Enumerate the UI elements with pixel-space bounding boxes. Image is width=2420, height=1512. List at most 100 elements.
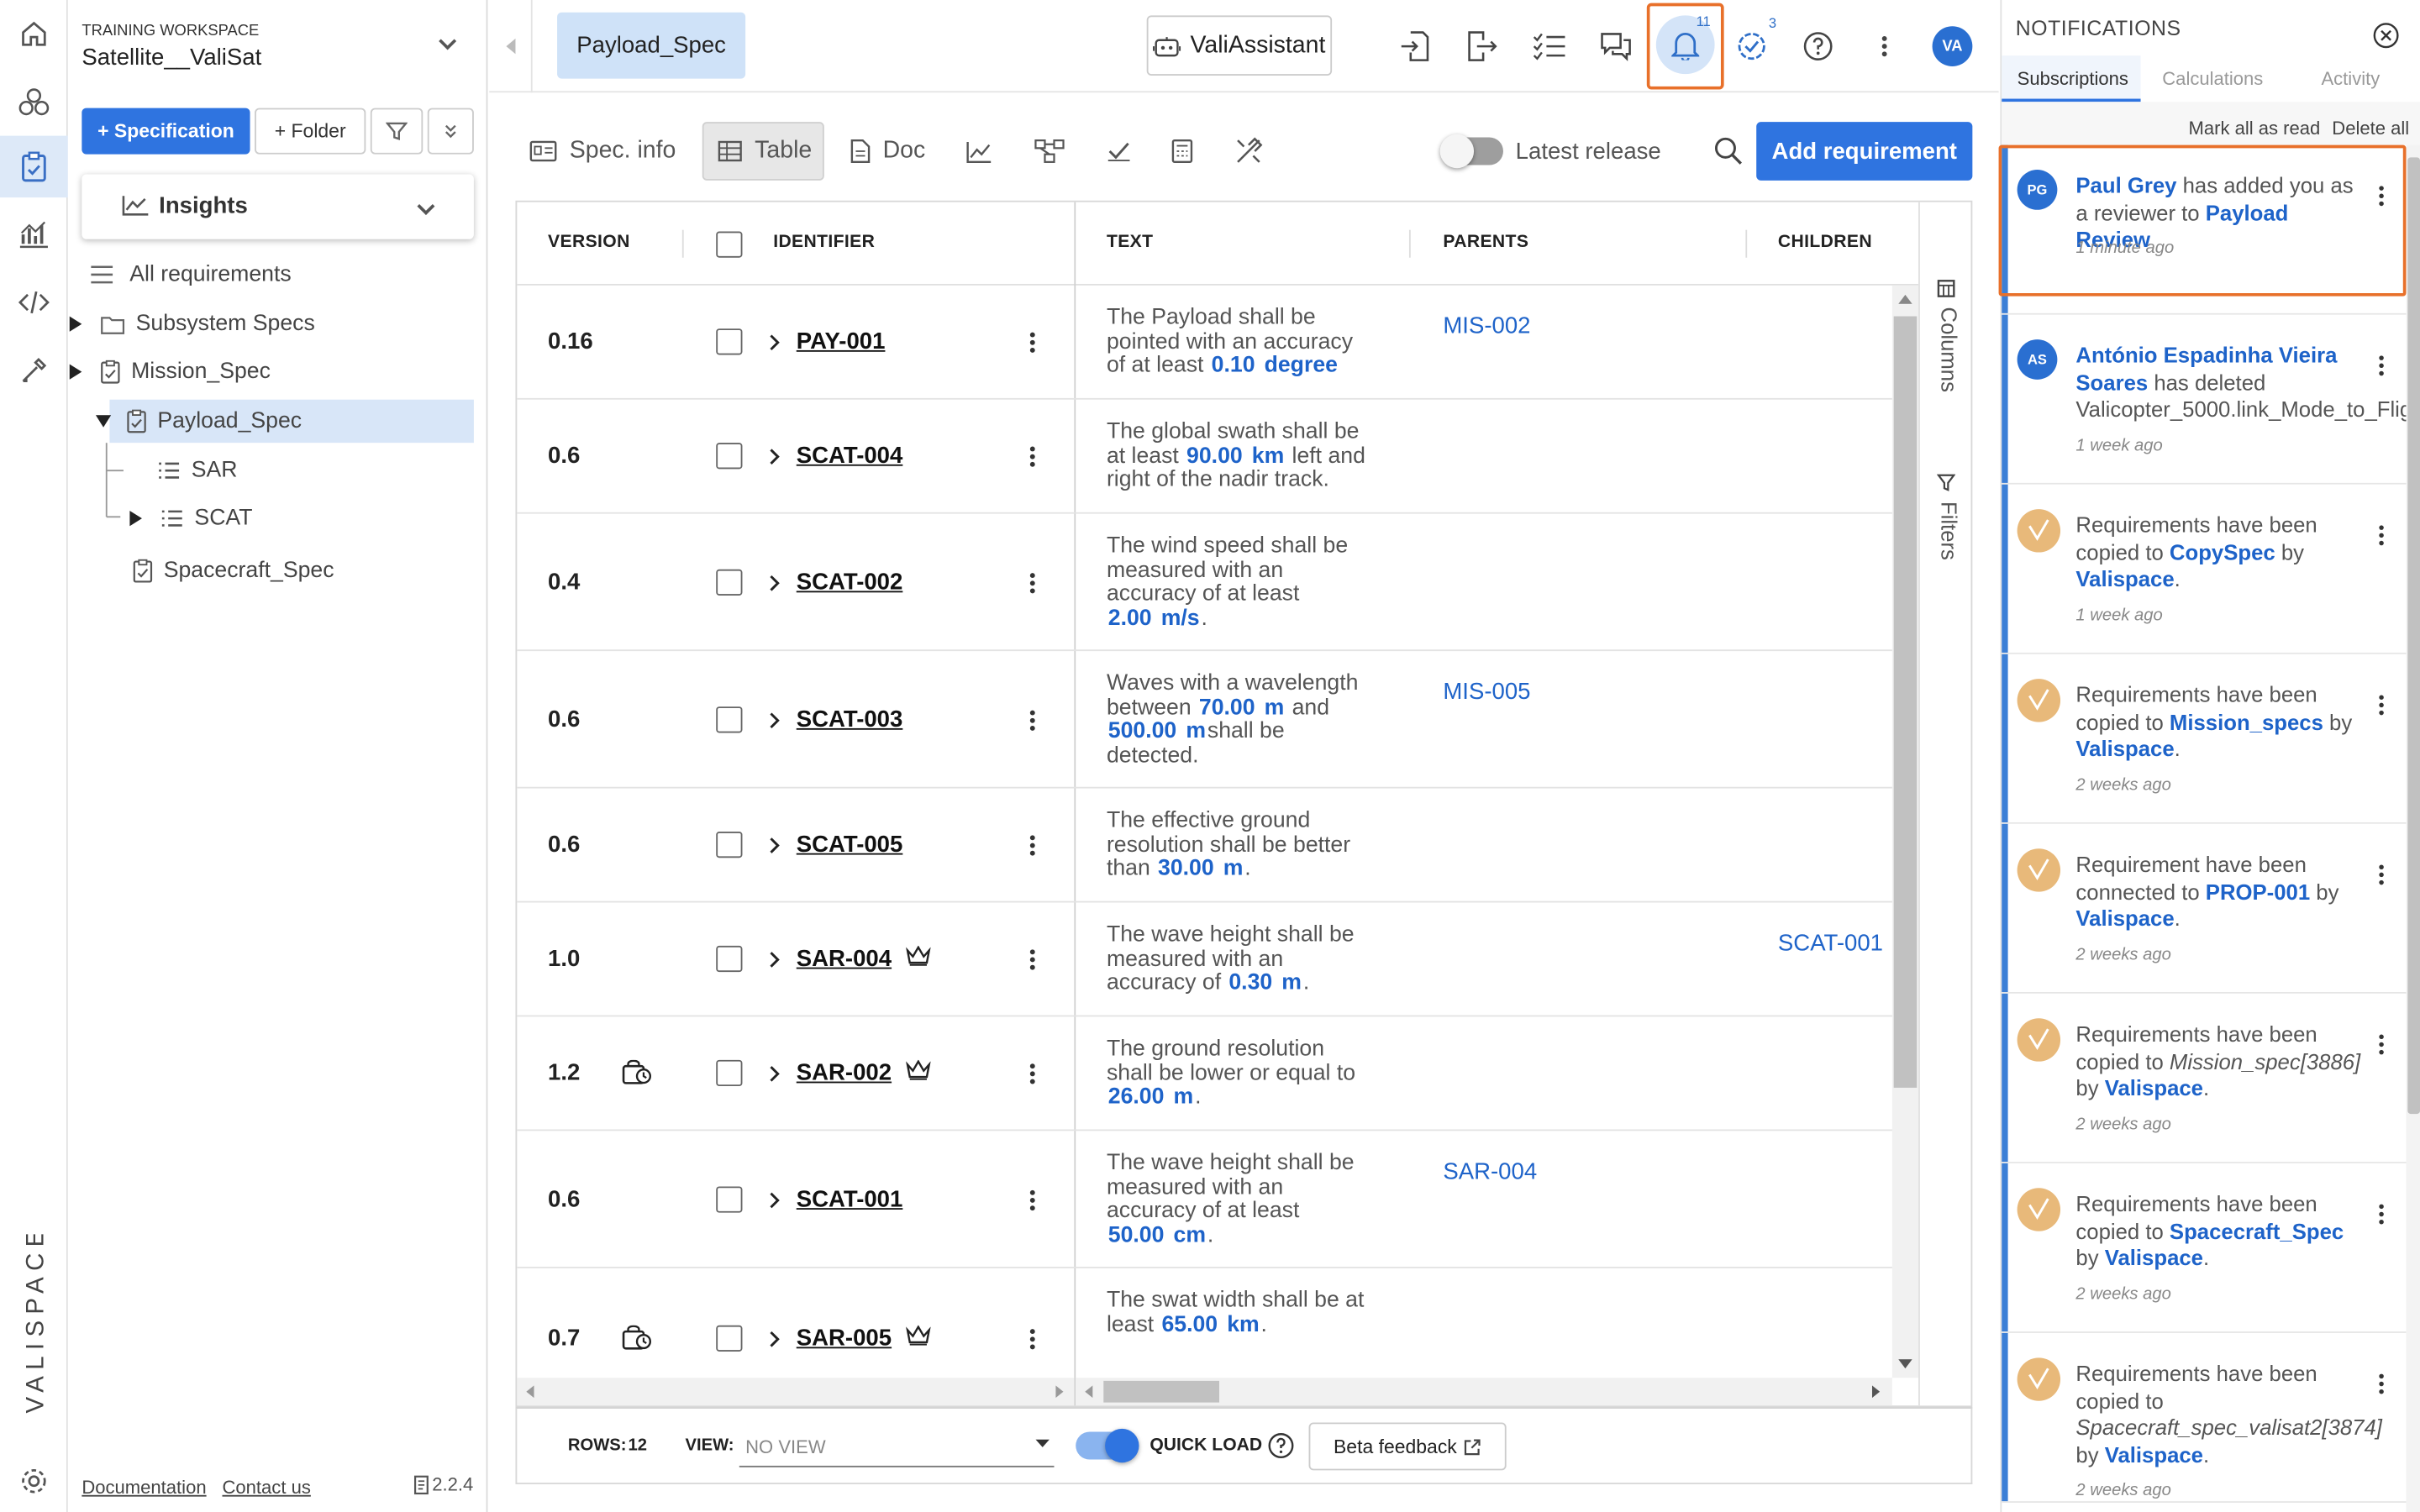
table-row[interactable]: 0.6 SCAT-001 The wave height shall be measu… (517, 1131, 1894, 1268)
quick-load-toggle[interactable] (1076, 1428, 1139, 1463)
columns-tool[interactable]: Columns (1929, 307, 1966, 400)
tree-item[interactable]: Subsystem Specs (69, 302, 469, 345)
tab-activity[interactable]: Activity (2321, 68, 2380, 90)
tab-subscriptions[interactable]: Subscriptions (2002, 55, 2141, 102)
workspace-chevron-down-icon[interactable] (437, 37, 459, 52)
row-checkbox[interactable] (716, 706, 743, 733)
tools-icon[interactable] (0, 339, 68, 401)
row-checkbox[interactable] (716, 945, 743, 973)
row-checkbox[interactable] (716, 832, 743, 858)
table-row[interactable]: 0.6 SCAT-005 The effective ground resolutio… (517, 789, 1894, 903)
expand-row-chevron-icon[interactable] (769, 950, 781, 969)
notification-link[interactable]: PROP-001 (2206, 879, 2310, 903)
add-specification-button[interactable]: + Specification (82, 108, 250, 155)
notification-item[interactable]: Requirements have been copied to Mission… (2002, 993, 2407, 1163)
row-checkbox[interactable] (716, 1186, 743, 1213)
notification-menu-kebab-icon[interactable] (2378, 695, 2384, 717)
notification-link[interactable]: Mission_specs (2170, 709, 2323, 733)
requirement-identifier-link[interactable]: SAR-005 (797, 1326, 892, 1352)
table-view-button[interactable]: Table (702, 122, 824, 181)
table-row[interactable]: 1.0 SAR-004 The wave height shall be measur… (517, 902, 1894, 1017)
view-select[interactable]: NO VIEW (739, 1424, 1055, 1467)
table-row[interactable]: 0.4 SCAT-002 The wind speed shall be measur… (517, 514, 1894, 652)
more-vertical-icon[interactable] (1857, 18, 1912, 74)
row-checkbox[interactable] (716, 328, 743, 355)
comments-icon[interactable] (1588, 18, 1644, 74)
requirement-identifier-link[interactable]: SCAT-002 (797, 570, 903, 596)
notification-link[interactable]: Valispace (2075, 736, 2174, 760)
requirement-identifier-link[interactable]: SCAT-001 (797, 1186, 903, 1212)
tree-item[interactable]: Spacecraft_Spec (83, 549, 469, 592)
user-avatar[interactable]: VA (1932, 26, 1973, 66)
row-checkbox[interactable] (716, 569, 743, 596)
code-icon[interactable] (0, 271, 68, 333)
requirement-text[interactable]: The effective ground resolution shall be … (1107, 809, 1400, 882)
row-menu-kebab-icon[interactable] (1029, 1189, 1042, 1211)
row-menu-kebab-icon[interactable] (1029, 572, 1042, 594)
expand-row-chevron-icon[interactable] (769, 711, 781, 730)
notification-menu-kebab-icon[interactable] (2378, 1373, 2384, 1395)
collapse-all-icon[interactable] (427, 108, 474, 155)
table-row[interactable]: 1.2 SAR-002 The ground resolution shall be … (517, 1016, 1894, 1131)
notification-link[interactable]: Valispace (2105, 1441, 2203, 1466)
calculator-icon[interactable] (1171, 123, 1193, 179)
doc-view-button[interactable]: Doc (850, 123, 925, 179)
analytics-icon[interactable] (0, 203, 68, 265)
tree-item[interactable]: SCAT (83, 496, 469, 539)
tree-item[interactable]: SAR (83, 449, 469, 491)
column-header-text[interactable]: TEXT (1107, 233, 1153, 251)
horizontal-scrollbar-right[interactable] (1076, 1378, 1892, 1406)
notification-link[interactable]: CopySpec (2170, 539, 2275, 564)
beta-feedback-button[interactable]: Beta feedback (1308, 1422, 1507, 1471)
requirement-text[interactable]: The swat width shall be at least 65.00 km… (1107, 1289, 1400, 1338)
requirement-text[interactable]: The wave height shall be measured with an… (1107, 923, 1400, 996)
tab-calculations[interactable]: Calculations (2162, 68, 2263, 90)
notification-link[interactable]: Valispace (2075, 906, 2174, 930)
search-icon[interactable] (1713, 123, 1744, 179)
requirement-text[interactable]: The Payload shall be pointed with an accu… (1107, 306, 1400, 380)
notification-link[interactable]: Valispace (2105, 1245, 2203, 1269)
notification-menu-kebab-icon[interactable] (2378, 354, 2384, 376)
requirement-identifier-link[interactable]: SCAT-004 (797, 443, 903, 469)
expand-row-chevron-icon[interactable] (769, 448, 781, 466)
horizontal-scrollbar-left[interactable] (517, 1378, 1075, 1406)
import-icon[interactable] (1387, 18, 1443, 74)
horizontal-scroll-thumb[interactable] (1103, 1380, 1220, 1403)
expand-row-chevron-icon[interactable] (769, 1330, 781, 1348)
export-icon[interactable] (1454, 18, 1509, 74)
home-icon[interactable] (0, 3, 68, 65)
column-header-parents[interactable]: PARENTS (1443, 233, 1528, 251)
insights-dropdown[interactable]: Insights (82, 174, 474, 239)
notification-item[interactable]: Requirement have been connected to PROP-… (2002, 823, 2407, 994)
verification-icon[interactable] (1107, 123, 1131, 179)
all-requirements-item[interactable]: All requirements (90, 253, 476, 296)
requirement-identifier-link[interactable]: SCAT-003 (797, 706, 903, 732)
notification-item[interactable]: Requirements have been copied to CopySpe… (2002, 484, 2407, 654)
table-row[interactable]: 0.6 SCAT-003 Waves with a wavelength betwee… (517, 651, 1894, 789)
notification-link[interactable]: Spacecraft_Spec (2170, 1218, 2344, 1242)
row-menu-kebab-icon[interactable] (1029, 949, 1042, 971)
latest-release-toggle[interactable] (1439, 134, 1503, 169)
column-header-identifier[interactable]: IDENTIFIER (773, 233, 875, 251)
settings-gear-icon[interactable] (0, 1451, 68, 1512)
notification-link[interactable]: António Espadinha Vieira Soares (2075, 343, 2337, 395)
valiassistant-button[interactable]: ValiAssistant (1146, 15, 1333, 76)
add-requirement-button[interactable]: Add requirement (1756, 122, 1973, 181)
active-spec-tab[interactable]: Payload_Spec (557, 12, 746, 79)
parent-link[interactable]: MIS-005 (1443, 679, 1530, 705)
filter-icon[interactable] (370, 108, 424, 155)
vertical-scrollbar[interactable] (1891, 285, 1919, 1378)
child-link[interactable]: SCAT-001 (1778, 931, 1883, 957)
notifications-scrollbar[interactable] (2406, 144, 2420, 1512)
expand-row-chevron-icon[interactable] (769, 574, 781, 592)
notification-item[interactable]: Requirements have been copied to Mission… (2002, 654, 2407, 824)
notification-link[interactable]: Valispace (2075, 566, 2174, 591)
requirement-identifier-link[interactable]: SAR-004 (797, 946, 892, 972)
requirement-identifier-link[interactable]: PAY-001 (797, 328, 886, 354)
requirement-text[interactable]: The wave height shall be measured with an… (1107, 1152, 1400, 1249)
column-header-children[interactable]: CHILDREN (1778, 233, 1872, 251)
notification-menu-kebab-icon[interactable] (2378, 864, 2384, 886)
notification-menu-kebab-icon[interactable] (2378, 1034, 2384, 1056)
row-menu-kebab-icon[interactable] (1029, 1063, 1042, 1085)
expand-row-chevron-icon[interactable] (769, 1191, 781, 1210)
